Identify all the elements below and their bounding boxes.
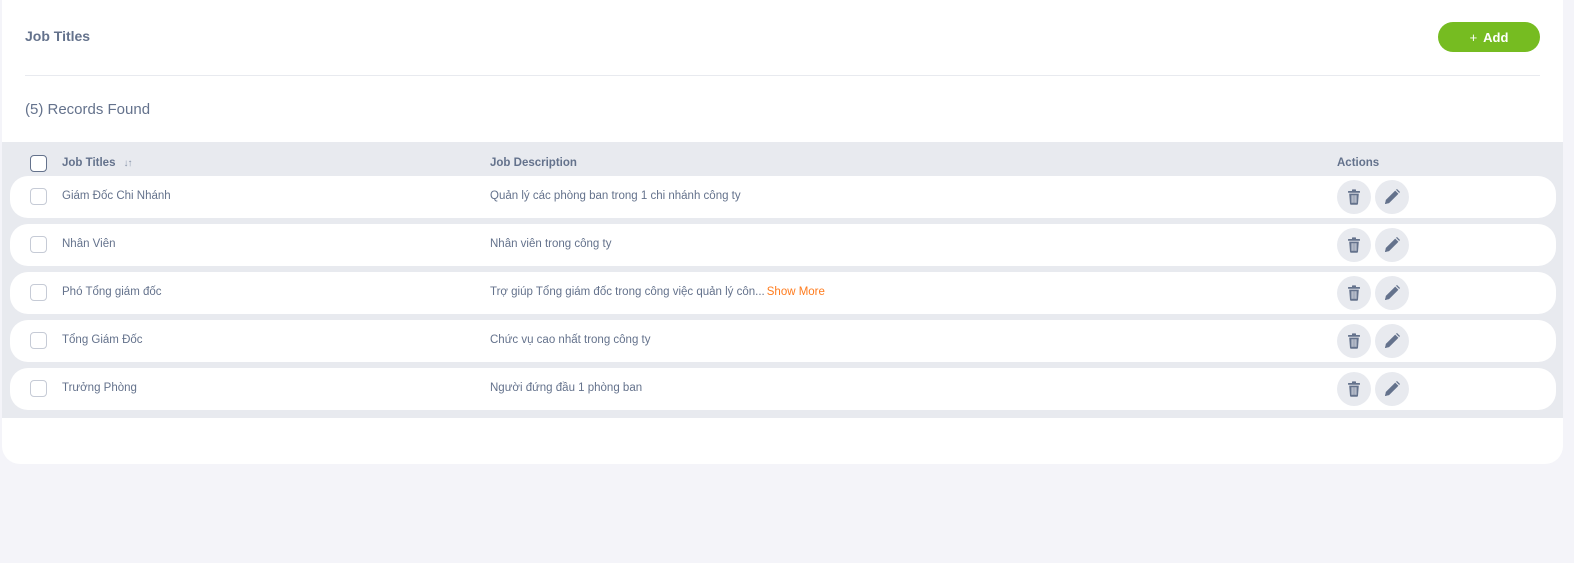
edit-button[interactable]: [1375, 372, 1409, 406]
row-checkbox[interactable]: [30, 236, 47, 253]
show-more-link[interactable]: Show More: [767, 286, 825, 298]
delete-button[interactable]: [1337, 276, 1371, 310]
delete-button[interactable]: [1337, 324, 1371, 358]
pencil-icon: [1384, 237, 1400, 253]
job-description-text: Nhân viên trong công ty: [490, 238, 612, 250]
delete-button[interactable]: [1337, 372, 1371, 406]
trash-icon: [1347, 237, 1361, 253]
table-row: Trưởng Phòng Người đứng đầu 1 phòng ban: [10, 368, 1556, 410]
job-description-cell: Chức vụ cao nhất trong công ty: [490, 334, 650, 346]
table-row: Tổng Giám Đốc Chức vụ cao nhất trong công…: [10, 320, 1556, 362]
column-header-job-titles[interactable]: Job Titles ↓↑: [62, 157, 132, 169]
row-checkbox[interactable]: [30, 332, 47, 349]
add-button[interactable]: + Add: [1438, 22, 1540, 52]
edit-button[interactable]: [1375, 276, 1409, 310]
column-header-actions: Actions: [1337, 157, 1380, 169]
job-description-cell: Nhân viên trong công ty: [490, 238, 611, 250]
job-description-text: Quản lý các phòng ban trong 1 chi nhánh …: [490, 190, 741, 202]
job-title-cell: Tổng Giám Đốc: [62, 334, 143, 346]
records-found-count: (5) Records Found: [25, 101, 151, 118]
job-description-text: Người đứng đầu 1 phòng ban: [490, 382, 643, 394]
trash-icon: [1347, 285, 1361, 301]
table-row: Giám Đốc Chi Nhánh Quản lý các phòng ban …: [10, 176, 1556, 218]
job-title-cell: Phó Tổng giám đốc: [62, 286, 162, 298]
edit-button[interactable]: [1375, 324, 1409, 358]
column-header-job-titles-label: Job Titles: [62, 157, 116, 169]
trash-icon: [1347, 333, 1361, 349]
sort-icon[interactable]: ↓↑: [123, 158, 132, 169]
delete-button[interactable]: [1337, 180, 1371, 214]
job-description-text: Trợ giúp Tổng giám đốc trong công việc q…: [490, 286, 765, 298]
job-titles-table: Job Titles ↓↑ Job Description Actions Gi…: [2, 142, 1563, 418]
plus-icon: +: [1469, 29, 1478, 45]
job-titles-card: Job Titles + Add (5) Records Found Job T…: [2, 0, 1563, 464]
job-title-cell: Nhân Viên: [62, 238, 116, 250]
table-row: Nhân Viên Nhân viên trong công ty: [10, 224, 1556, 266]
pencil-icon: [1384, 189, 1400, 205]
divider: [25, 75, 1540, 76]
select-all-checkbox[interactable]: [30, 155, 47, 172]
column-header-job-description: Job Description: [490, 157, 577, 169]
job-description-text: Chức vụ cao nhất trong công ty: [490, 334, 651, 346]
add-button-label: Add: [1483, 29, 1509, 45]
table-header: Job Titles ↓↑ Job Description Actions: [2, 142, 1563, 176]
edit-button[interactable]: [1375, 180, 1409, 214]
row-checkbox[interactable]: [30, 284, 47, 301]
row-checkbox[interactable]: [30, 188, 47, 205]
page-title: Job Titles: [25, 28, 91, 44]
pencil-icon: [1384, 381, 1400, 397]
job-title-cell: Trưởng Phòng: [62, 382, 137, 394]
edit-button[interactable]: [1375, 228, 1409, 262]
row-checkbox[interactable]: [30, 380, 47, 397]
job-title-cell: Giám Đốc Chi Nhánh: [62, 190, 171, 202]
trash-icon: [1347, 189, 1361, 205]
trash-icon: [1347, 381, 1361, 397]
table-row: Phó Tổng giám đốc Trợ giúp Tổng giám đốc …: [10, 272, 1556, 314]
pencil-icon: [1384, 285, 1400, 301]
pencil-icon: [1384, 333, 1400, 349]
job-description-cell: Người đứng đầu 1 phòng ban: [490, 382, 642, 394]
delete-button[interactable]: [1337, 228, 1371, 262]
job-description-cell: Trợ giúp Tổng giám đốc trong công việc q…: [490, 286, 825, 298]
job-description-cell: Quản lý các phòng ban trong 1 chi nhánh …: [490, 190, 741, 202]
